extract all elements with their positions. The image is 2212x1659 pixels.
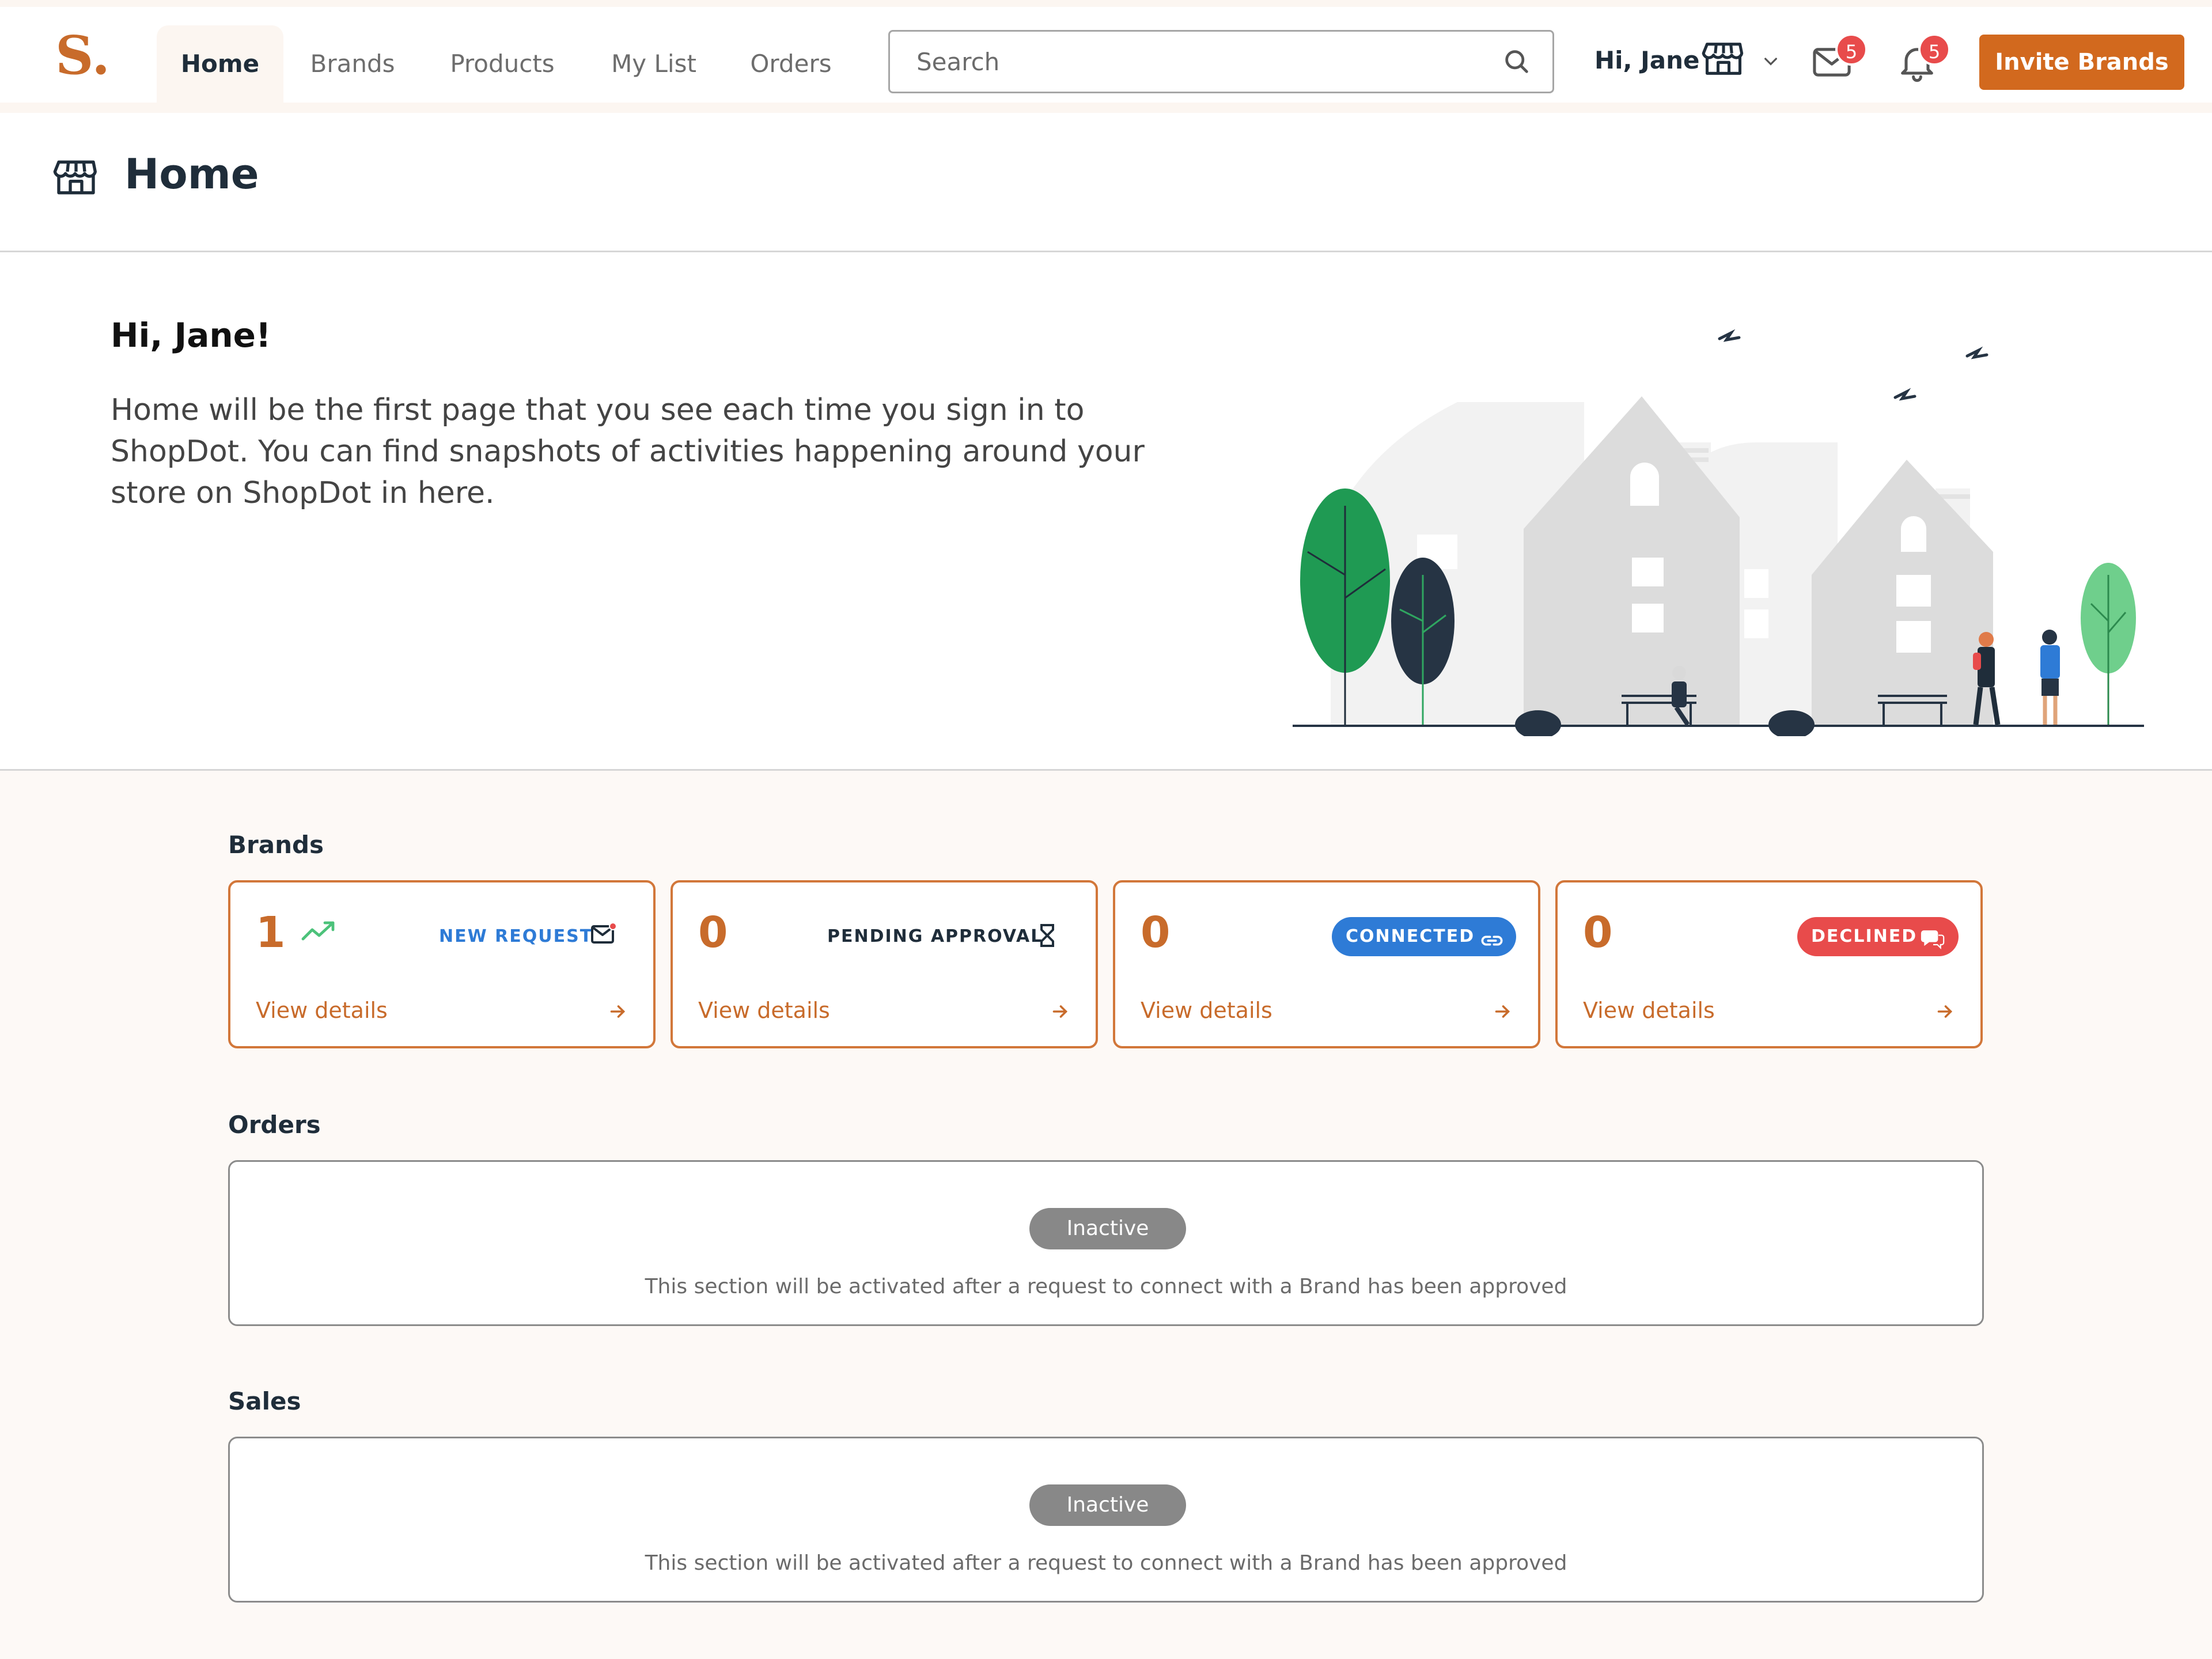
- brand-card-declined[interactable]: 0 DECLINED View details: [1555, 880, 1983, 1048]
- link-icon: [1480, 926, 1503, 965]
- search-icon[interactable]: [1502, 47, 1532, 79]
- new-request-count: 1: [256, 908, 286, 957]
- user-greeting[interactable]: Hi, Jane: [1594, 46, 1699, 74]
- nav-tab-home[interactable]: Home: [157, 25, 283, 103]
- status-pill-connected: CONNECTED: [1332, 917, 1516, 956]
- welcome-panel: Hi, Jane! Home will be the first page th…: [0, 252, 2212, 771]
- page-title: Home: [124, 150, 259, 198]
- view-details-link[interactable]: View details: [698, 998, 830, 1023]
- orders-inactive-message: This section will be activated after a r…: [645, 1275, 1567, 1298]
- nav-tab-brands[interactable]: Brands: [295, 25, 410, 103]
- search-input[interactable]: [916, 32, 1481, 92]
- storefront-icon[interactable]: [1702, 37, 1745, 83]
- view-details-link[interactable]: View details: [256, 998, 388, 1023]
- welcome-heading: Hi, Jane!: [111, 316, 271, 355]
- status-label-declined: DECLINED: [1811, 926, 1918, 946]
- mail-count-badge: 5: [1835, 33, 1868, 66]
- connected-count: 0: [1141, 908, 1171, 957]
- bell-count-badge: 5: [1918, 33, 1950, 66]
- brand-card-connected[interactable]: 0 CONNECTED View details: [1113, 880, 1540, 1048]
- search-box: [888, 30, 1554, 93]
- nav-tab-products[interactable]: Products: [433, 25, 571, 103]
- hourglass-icon: [1036, 923, 1059, 950]
- chat-icon: [1921, 925, 1946, 964]
- arrow-right-icon[interactable]: [1934, 1001, 1955, 1024]
- orders-section-title: Orders: [228, 1111, 321, 1139]
- brand-card-pending-approval[interactable]: 0 PENDING APPROVAL View details: [671, 880, 1098, 1048]
- status-pill-declined: DECLINED: [1797, 917, 1959, 956]
- top-navigation-bar: S. Home Brands Products My List Orders H…: [0, 0, 2212, 113]
- trend-up-icon: [301, 918, 338, 946]
- sales-inactive-message: This section will be activated after a r…: [645, 1551, 1567, 1575]
- chevron-down-icon[interactable]: [1762, 52, 1780, 73]
- view-details-link[interactable]: View details: [1583, 998, 1715, 1023]
- arrow-right-icon[interactable]: [1492, 1001, 1513, 1024]
- orders-panel: Inactive This section will be activated …: [228, 1160, 1984, 1326]
- brand-card-new-request[interactable]: 1 NEW REQUEST View details: [228, 880, 656, 1048]
- welcome-text: Home will be the first page that you see…: [111, 393, 1145, 510]
- status-label-connected: CONNECTED: [1346, 926, 1475, 946]
- mail-icon: [590, 921, 618, 950]
- sales-panel: Inactive This section will be activated …: [228, 1437, 1984, 1603]
- invite-brands-button[interactable]: Invite Brands: [1979, 35, 2184, 90]
- orders-inactive-badge: Inactive: [1029, 1208, 1186, 1249]
- arrow-right-icon[interactable]: [607, 1001, 628, 1024]
- sales-inactive-badge: Inactive: [1029, 1484, 1186, 1526]
- nav-tab-my-list[interactable]: My List: [593, 25, 714, 103]
- declined-count: 0: [1583, 908, 1613, 957]
- view-details-link[interactable]: View details: [1141, 998, 1272, 1023]
- pending-approval-count: 0: [698, 908, 728, 957]
- shopdot-logo[interactable]: S.: [55, 29, 110, 82]
- neighborhood-illustration: [1293, 329, 2144, 736]
- sales-section-title: Sales: [228, 1387, 301, 1415]
- storefront-icon: [53, 154, 99, 203]
- status-label-pending-approval: PENDING APPROVAL: [827, 926, 1043, 946]
- nav-tab-orders[interactable]: Orders: [736, 25, 846, 103]
- brands-section-title: Brands: [228, 831, 324, 859]
- status-label-new-request: NEW REQUEST: [439, 926, 593, 946]
- page-header: Home: [0, 113, 2212, 252]
- arrow-right-icon[interactable]: [1050, 1001, 1070, 1024]
